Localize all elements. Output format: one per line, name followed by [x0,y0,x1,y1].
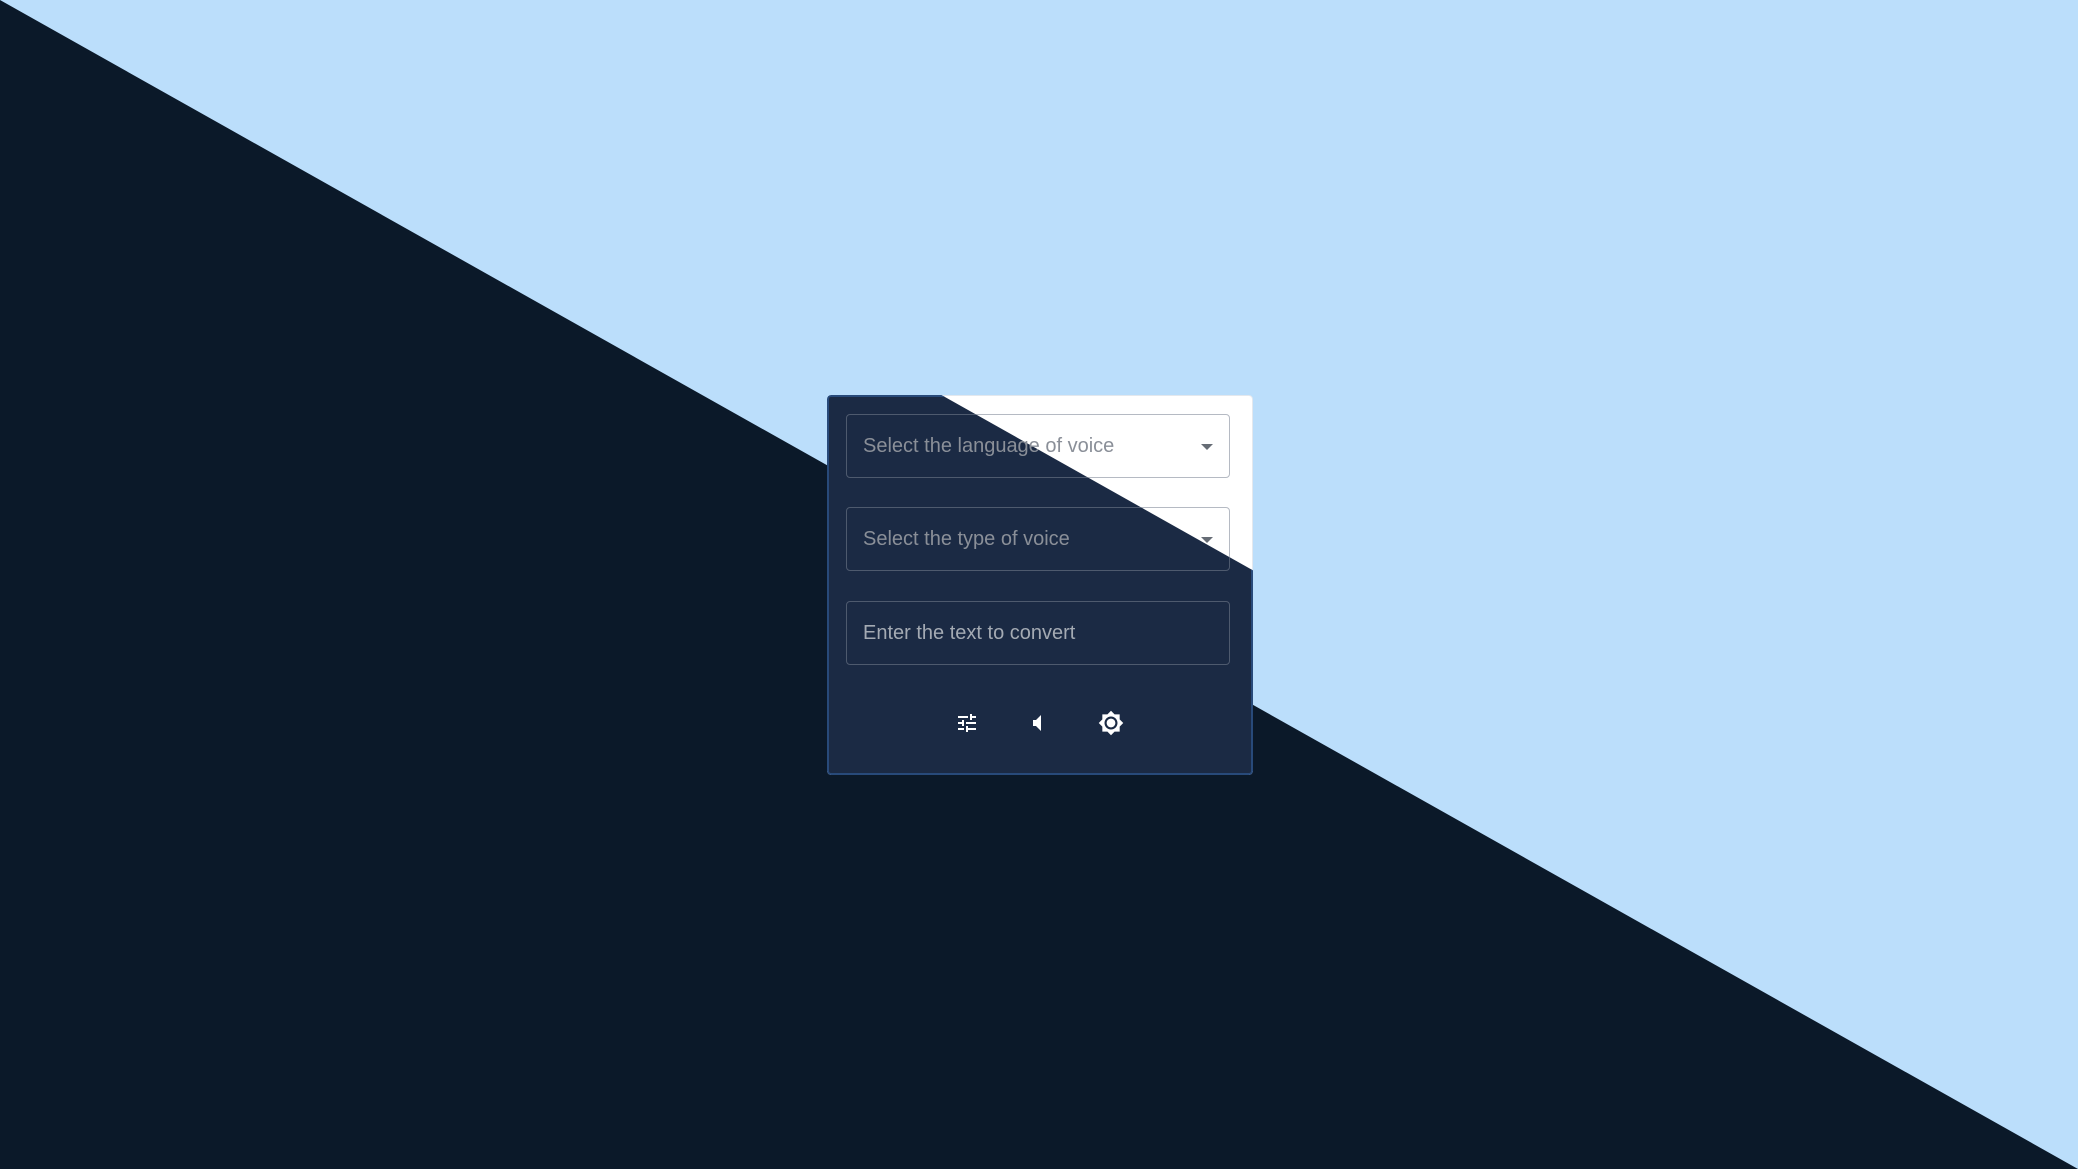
chevron-down-icon [1201,537,1213,543]
tune-icon [955,711,979,735]
voice-type-select-placeholder: Select the type of voice [863,528,1070,550]
settings-sliders-button[interactable] [947,703,987,743]
chevron-down-icon [1201,444,1213,450]
text-input[interactable]: Enter the text to convert [846,601,1230,665]
toolbar [827,703,1253,743]
language-select[interactable]: Select the language of voice [846,414,1230,478]
brightness-icon [1098,710,1124,736]
theme-toggle-button[interactable] [1091,703,1131,743]
text-to-speech-card: Select the language of voice Select the … [827,395,1253,775]
speak-button[interactable] [1019,703,1059,743]
language-select-placeholder: Select the language of voice [863,435,1115,457]
text-input-placeholder: Enter the text to convert [863,622,1076,644]
voice-type-select[interactable]: Select the type of voice [846,507,1230,571]
volume-icon [1027,711,1051,735]
